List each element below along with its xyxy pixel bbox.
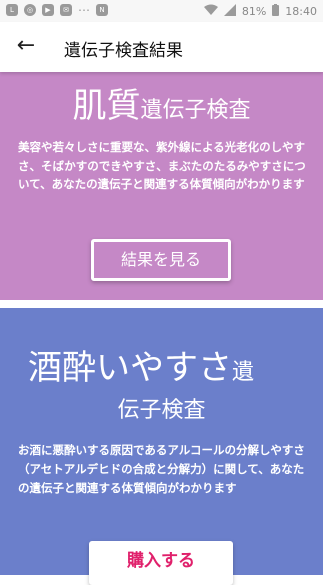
skin-heading-big: 肌質 [72,86,141,126]
purchase-button[interactable]: 購入する [89,541,233,585]
status-bar: L ◎ ▶ ✉ ⋯ N 81% 18:40 [0,0,323,22]
arrow-left-icon: ← [16,33,36,58]
skin-test-description: 美容や若々しさに重要な、紫外線による光老化のしやすさ、そばかすのできやすさ、まぶ… [18,140,306,191]
skin-test-heading: 肌質遺伝子検査 [0,78,323,127]
alcohol-test-card: 酒酔いやすさ遺 伝子検査 お酒に悪酔いする原因であるアルコールの分解しやすさ（ア… [0,308,323,585]
battery-level: 81% [241,5,267,18]
vpn-icon: ◎ [24,4,36,16]
youtube-icon: ▶ [42,4,54,16]
app-bar: ← 遺伝子検査結果 [0,22,323,72]
page-title: 遺伝子検査結果 [64,41,183,61]
n-icon: N [96,4,108,16]
clock: 18:40 [285,5,317,18]
alcohol-heading-small: 遺 [232,360,255,385]
battery-icon [272,4,280,19]
notification-icons: L ◎ ▶ ✉ ⋯ N [6,4,108,16]
alcohol-test-heading: 酒酔いやすさ遺 [28,340,254,389]
wifi-icon [203,4,218,19]
signal-icon [223,4,236,19]
mail-icon: ✉ [60,4,72,16]
dots-icon: ⋯ [78,3,90,17]
skin-heading-small: 遺伝子検査 [140,98,251,123]
alcohol-heading-line2: 伝子検査 [117,398,206,423]
system-status: 81% 18:40 [203,4,317,19]
alcohol-heading-big: 酒酔いやすさ [28,348,232,388]
alcohol-test-description: お酒に悪酔いする原因であるアルコールの分解しやすさ（アセトアルデヒドの合成と分解… [18,443,305,495]
skin-test-card: 肌質遺伝子検査 美容や若々しさに重要な、紫外線による光老化のしやすさ、そばかすの… [0,72,323,300]
back-button[interactable]: ← [14,32,38,60]
line-icon: L [6,4,18,16]
view-results-button[interactable]: 結果を見る [91,239,231,281]
